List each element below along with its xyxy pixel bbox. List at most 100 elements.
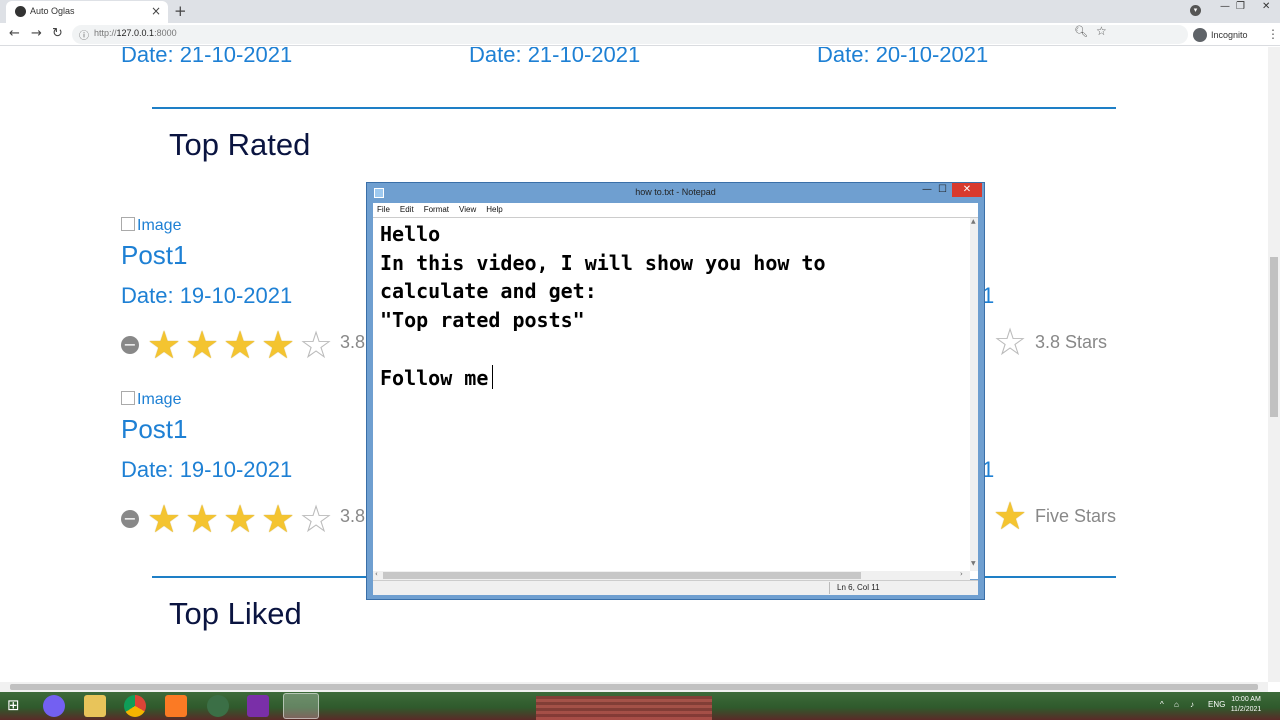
forward-arrow-icon[interactable]: →: [31, 26, 42, 41]
star-empty-icon[interactable]: ☆: [297, 500, 335, 538]
clear-rating-icon[interactable]: −: [121, 336, 139, 354]
section-title-top-rated: Top Rated: [169, 127, 311, 162]
star-full-icon[interactable]: ★: [991, 497, 1029, 535]
status-separator: [829, 582, 830, 594]
star-full-icon[interactable]: ★: [259, 500, 297, 538]
post-date: Date: 19-10-2021: [121, 457, 293, 482]
site-favicon-icon: [15, 6, 26, 17]
network-icon[interactable]: ⌂: [1174, 700, 1179, 709]
close-window-icon[interactable]: ✕: [1262, 1, 1270, 12]
clear-rating-icon[interactable]: −: [121, 510, 139, 528]
rating-label: Five Stars: [1035, 506, 1117, 526]
clock-time: 10:00 AM: [1231, 696, 1261, 703]
cursor-position: Ln 6, Col 11: [837, 583, 880, 592]
post-title-link[interactable]: Post1: [121, 240, 188, 271]
menu-format[interactable]: Format: [424, 205, 449, 214]
tray-up-icon[interactable]: ^: [1160, 700, 1164, 709]
star-full-icon[interactable]: ★: [259, 326, 297, 364]
text-line: Hello: [380, 222, 441, 246]
system-clock[interactable]: 10:00 AM 11/2/2021: [1226, 695, 1266, 715]
maximize-icon[interactable]: ☐: [938, 184, 947, 195]
star-full-icon[interactable]: ★: [183, 326, 221, 364]
minimize-window-icon[interactable]: —: [1220, 1, 1230, 12]
url-text[interactable]: http://127.0.0.1:8000: [94, 28, 177, 38]
menu-file[interactable]: File: [377, 205, 390, 214]
post-image[interactable]: Image: [121, 217, 181, 235]
incognito-icon[interactable]: [1193, 28, 1207, 42]
site-info-icon[interactable]: ⓘ: [79, 27, 89, 42]
new-tab-icon[interactable]: +: [174, 2, 187, 20]
rating-label: 3.8: [340, 506, 366, 526]
scroll-right-icon[interactable]: ›: [960, 570, 963, 578]
text-line: calculate and get:: [380, 279, 597, 304]
windows-start-icon[interactable]: ⊞: [7, 698, 20, 713]
scrollbar-thumb[interactable]: [383, 572, 861, 579]
rating-label: 3.8 Stars: [1035, 332, 1108, 352]
star-full-icon[interactable]: ★: [145, 500, 183, 538]
viber-icon[interactable]: [43, 695, 65, 717]
restore-window-icon[interactable]: ❐: [1236, 1, 1245, 12]
notepad-statusbar: Ln 6, Col 11: [373, 580, 978, 595]
back-arrow-icon[interactable]: ←: [9, 26, 20, 41]
star-empty-icon[interactable]: ☆: [991, 323, 1029, 361]
language-indicator[interactable]: ENG: [1208, 700, 1225, 709]
page-vertical-scrollbar[interactable]: [1268, 47, 1280, 682]
minimize-icon[interactable]: —: [922, 184, 932, 195]
notepad-taskbar-icon[interactable]: [283, 693, 319, 719]
screen: Auto Oglas × + ▾ — ❐ ✕ ← → ↻ ⓘ http://12…: [0, 0, 1280, 720]
notepad-titlebar[interactable]: how to.txt - Notepad — ☐ ✕: [367, 183, 984, 203]
menu-view[interactable]: View: [459, 205, 476, 214]
star-full-icon[interactable]: ★: [183, 500, 221, 538]
page-horizontal-scrollbar[interactable]: [0, 682, 1268, 692]
star-empty-icon[interactable]: ☆: [297, 326, 335, 364]
close-icon[interactable]: ✕: [952, 183, 982, 197]
text-line: In this video, I will show you how to: [380, 250, 826, 275]
post-date: Date: 21-10-2021: [121, 47, 293, 67]
tab-search-icon[interactable]: ▾: [1190, 5, 1201, 16]
scrollbar-thumb[interactable]: [10, 684, 1258, 690]
xampp-icon[interactable]: [165, 695, 187, 717]
zoom-icon[interactable]: 🔍︎: [1074, 25, 1088, 38]
notepad-window-title: how to.txt - Notepad: [635, 187, 716, 197]
scroll-up-icon[interactable]: ▲: [971, 218, 976, 225]
incognito-label: Incognito: [1211, 30, 1248, 40]
menu-edit[interactable]: Edit: [400, 205, 414, 214]
post-image[interactable]: Image: [121, 391, 181, 409]
scroll-left-icon[interactable]: ‹: [375, 570, 378, 578]
file-explorer-icon[interactable]: [84, 695, 106, 717]
chrome-menu-icon[interactable]: ⋮: [1267, 27, 1279, 41]
address-bar[interactable]: ⓘ http://127.0.0.1:8000: [72, 25, 1188, 44]
star-full-icon[interactable]: ★: [221, 500, 259, 538]
star-full-icon[interactable]: ★: [221, 326, 259, 364]
heidisql-icon[interactable]: [207, 695, 229, 717]
text-line: "Top rated posts": [380, 308, 585, 333]
browser-tab[interactable]: Auto Oglas ×: [6, 1, 168, 23]
notepad-text-area[interactable]: Hello In this video, I will show you how …: [373, 217, 978, 580]
text-line: ​: [380, 335, 826, 364]
notepad-window[interactable]: how to.txt - Notepad — ☐ ✕ File Edit Forma…: [366, 182, 985, 600]
editor-vertical-scrollbar[interactable]: ▲ ▼: [970, 218, 978, 571]
scrollbar-thumb[interactable]: [1270, 257, 1278, 417]
menu-help[interactable]: Help: [486, 205, 502, 214]
rating-label: 3.8: [340, 332, 366, 352]
post-title-link[interactable]: Post1: [121, 414, 188, 445]
post-date: Date: 21-10-2021: [469, 47, 641, 67]
browser-toolbar: ← → ↻ ⓘ http://127.0.0.1:8000 🔍︎ ☆ Incog…: [0, 23, 1280, 46]
volume-icon[interactable]: ♪: [1190, 700, 1194, 709]
phpstorm-icon[interactable]: [247, 695, 269, 717]
browser-tab-strip: Auto Oglas × + ▾ — ❐ ✕: [0, 0, 1280, 23]
notepad-text[interactable]: Hello In this video, I will show you how …: [380, 220, 826, 392]
section-divider: [152, 107, 1116, 109]
chrome-icon[interactable]: [124, 695, 146, 717]
tab-close-icon[interactable]: ×: [151, 4, 161, 18]
star-full-icon[interactable]: ★: [145, 326, 183, 364]
scroll-down-icon[interactable]: ▼: [971, 560, 976, 567]
wallpaper-band: [536, 696, 712, 720]
section-title-top-liked: Top Liked: [169, 596, 302, 631]
tab-title: Auto Oglas: [30, 6, 75, 16]
star-rating[interactable]: − ★ ★ ★ ★ ☆: [121, 326, 335, 364]
star-rating[interactable]: − ★ ★ ★ ★ ☆: [121, 500, 335, 538]
bookmark-star-icon[interactable]: ☆: [1096, 24, 1107, 38]
editor-horizontal-scrollbar[interactable]: ‹ ›: [373, 570, 970, 580]
reload-icon[interactable]: ↻: [52, 26, 63, 41]
